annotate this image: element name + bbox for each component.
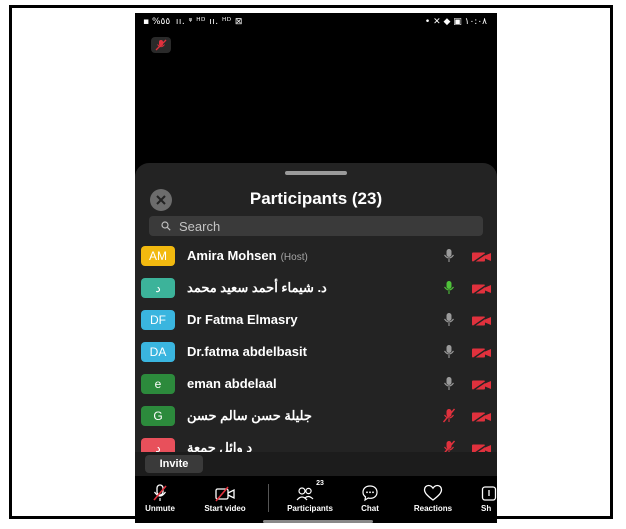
chat-label: Chat	[361, 504, 379, 513]
participant-row[interactable]: e eman abdelaal	[135, 368, 497, 400]
video-off-icon	[215, 486, 235, 502]
video-off-icon	[471, 410, 493, 428]
chat-icon	[362, 485, 378, 502]
status-right: • ✕ ◆ ▣ ١٠:٠٨	[424, 17, 487, 27]
participant-name: جليلة حسن سالم حسن	[187, 408, 312, 423]
invite-button[interactable]: Invite	[145, 455, 203, 473]
avatar: د	[141, 278, 175, 298]
participants-count: 23	[316, 480, 324, 487]
avatar: AM	[141, 246, 175, 266]
status-bar: ▪ %٥٥ ‌‌ ıı. ᵠ ᴴᴰ ıı. ᴴᴰ ⊠ • ✕ ◆ ▣ ١٠:٠٨	[135, 13, 497, 31]
participants-icon	[296, 487, 314, 501]
start-video-button[interactable]: Start video	[197, 480, 253, 513]
mic-muted-icon	[443, 248, 455, 269]
unmute-label: Unmute	[145, 504, 175, 513]
mic-active-icon	[443, 280, 455, 301]
video-off-icon	[471, 378, 493, 396]
meeting-toolbar: Unmute Start video 23 Participants Chat …	[135, 476, 497, 523]
home-indicator[interactable]	[263, 520, 373, 523]
share-button[interactable]: Sh	[481, 480, 497, 513]
participant-row[interactable]: G جليلة حسن سالم حسن	[135, 400, 497, 432]
video-off-icon	[471, 314, 493, 332]
heart-icon	[423, 484, 443, 501]
participant-name: Dr Fatma Elmasry	[187, 312, 298, 327]
participant-row[interactable]: DF Dr Fatma Elmasry	[135, 304, 497, 336]
share-label: Sh	[481, 504, 492, 513]
participant-row[interactable]: AM Amira Mohsen (Host)	[135, 240, 497, 272]
video-off-icon	[471, 282, 493, 300]
avatar: DA	[141, 342, 175, 362]
participant-list: AM Amira Mohsen (Host) د د. شيماء أحمد سع…	[135, 240, 497, 464]
participants-button[interactable]: 23 Participants	[277, 480, 343, 513]
host-tag: (Host)	[280, 252, 308, 263]
participant-name: eman abdelaal	[187, 376, 277, 391]
video-off-icon	[471, 346, 493, 364]
invite-bar: Invite	[135, 452, 497, 476]
mic-off-icon	[153, 484, 167, 501]
toolbar-divider	[268, 484, 269, 512]
participant-name: د. شيماء أحمد سعيد محمد	[187, 280, 327, 295]
video-off-icon	[471, 250, 493, 268]
drag-handle[interactable]	[285, 171, 347, 175]
participant-name: Dr.fatma abdelbasit	[187, 344, 307, 359]
mic-muted-icon	[443, 312, 455, 333]
reactions-label: Reactions	[413, 504, 453, 513]
participant-name: Amira Mohsen (Host)	[187, 248, 308, 263]
panel-title: Participants (23)	[249, 189, 383, 208]
avatar: e	[141, 374, 175, 394]
mic-muted-icon	[443, 344, 455, 365]
avatar: DF	[141, 310, 175, 330]
participants-label: Participants	[287, 504, 333, 513]
search-icon	[161, 221, 171, 231]
self-muted-mic-icon	[151, 37, 171, 53]
chat-button[interactable]: Chat	[355, 480, 385, 513]
search-input[interactable]	[179, 218, 469, 234]
participants-panel: Participants (23) AM Amira Mohsen(Host) …	[135, 163, 497, 523]
status-left: ▪ %٥٥ ‌‌ ıı. ᵠ ᴴᴰ ıı. ᴴᴰ ⊠	[143, 17, 243, 27]
avatar: G	[141, 406, 175, 426]
search-box[interactable]	[149, 216, 483, 236]
participant-row[interactable]: د د. شيماء أحمد سعيد محمد	[135, 272, 497, 304]
mic-muted-icon	[443, 376, 455, 397]
mic-muted-red-icon	[442, 408, 456, 429]
reactions-button[interactable]: Reactions	[405, 480, 461, 513]
phone-screen: ▪ %٥٥ ‌‌ ıı. ᵠ ᴴᴰ ıı. ᴴᴰ ⊠ • ✕ ◆ ▣ ١٠:٠٨…	[135, 13, 497, 523]
start-video-label: Start video	[204, 504, 246, 513]
unmute-button[interactable]: Unmute	[143, 480, 177, 513]
participant-row[interactable]: DA Dr.fatma abdelbasit	[135, 336, 497, 368]
share-icon	[481, 486, 497, 501]
